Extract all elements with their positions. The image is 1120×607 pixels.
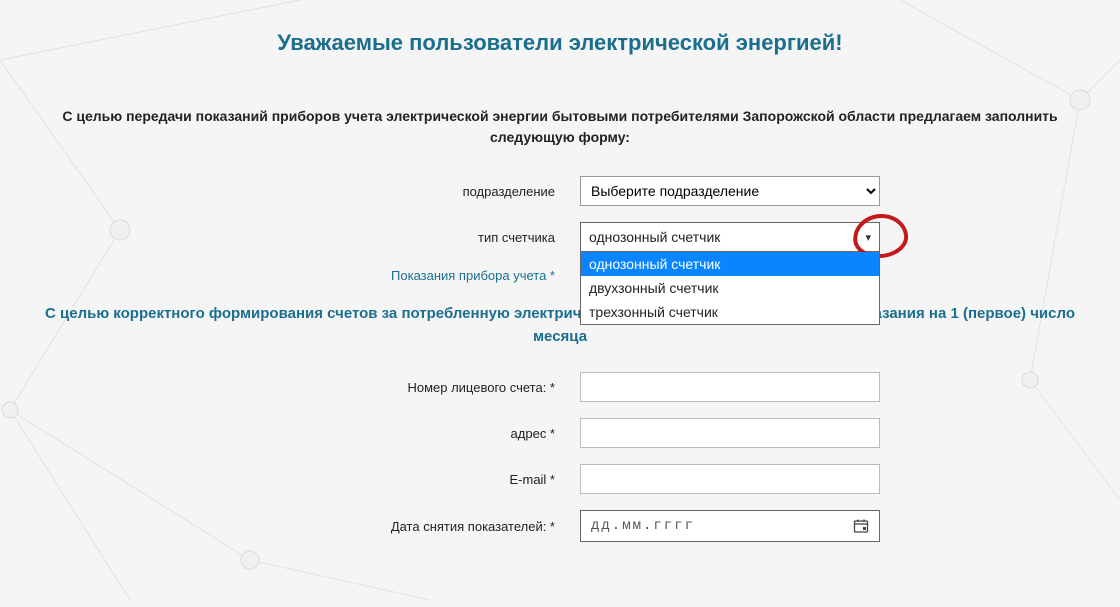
label-address: адрес *: [20, 426, 580, 441]
label-account: Номер лицевого счета: *: [20, 380, 580, 395]
account-input[interactable]: [580, 372, 880, 402]
chevron-down-icon: ▾: [865, 231, 871, 244]
row-email: E-mail *: [20, 464, 1100, 494]
label-department: подразделение: [20, 184, 580, 199]
label-date: Дата снятия показателей: *: [20, 519, 580, 534]
calendar-icon: [853, 518, 869, 534]
row-account: Номер лицевого счета: *: [20, 372, 1100, 402]
meter-type-options-list: однозонный счетчик двухзонный счетчик тр…: [580, 252, 880, 325]
meter-form: подразделение Выберите подразделение тип…: [20, 176, 1100, 542]
date-placeholder-text: дд.мм.гггг: [591, 518, 695, 534]
row-department: подразделение Выберите подразделение: [20, 176, 1100, 206]
meter-type-option-1[interactable]: однозонный счетчик: [581, 252, 879, 276]
meter-type-selected-text: однозонный счетчик: [589, 229, 720, 245]
intro-text: С целью передачи показаний приборов учет…: [20, 106, 1100, 148]
row-readings: Показания прибора учета *: [20, 268, 1100, 283]
label-email: E-mail *: [20, 472, 580, 487]
address-input[interactable]: [580, 418, 880, 448]
row-address: адрес *: [20, 418, 1100, 448]
meter-type-select[interactable]: однозонный счетчик ▾: [580, 222, 880, 252]
row-date: Дата снятия показателей: * дд.мм.гггг: [20, 510, 1100, 542]
email-input[interactable]: [580, 464, 880, 494]
row-meter-type: тип счетчика однозонный счетчик ▾ однозо…: [20, 222, 1100, 252]
meter-type-option-2[interactable]: двухзонный счетчик: [581, 276, 879, 300]
date-input[interactable]: дд.мм.гггг: [580, 510, 880, 542]
label-readings: Показания прибора учета *: [20, 268, 580, 283]
notice-text: С целью корректного формирования счетов …: [20, 303, 1100, 348]
label-meter-type: тип счетчика: [20, 230, 580, 245]
page-title: Уважаемые пользователи электрической эне…: [20, 30, 1100, 56]
department-select[interactable]: Выберите подразделение: [580, 176, 880, 206]
meter-type-option-3[interactable]: трехзонный счетчик: [581, 300, 879, 324]
